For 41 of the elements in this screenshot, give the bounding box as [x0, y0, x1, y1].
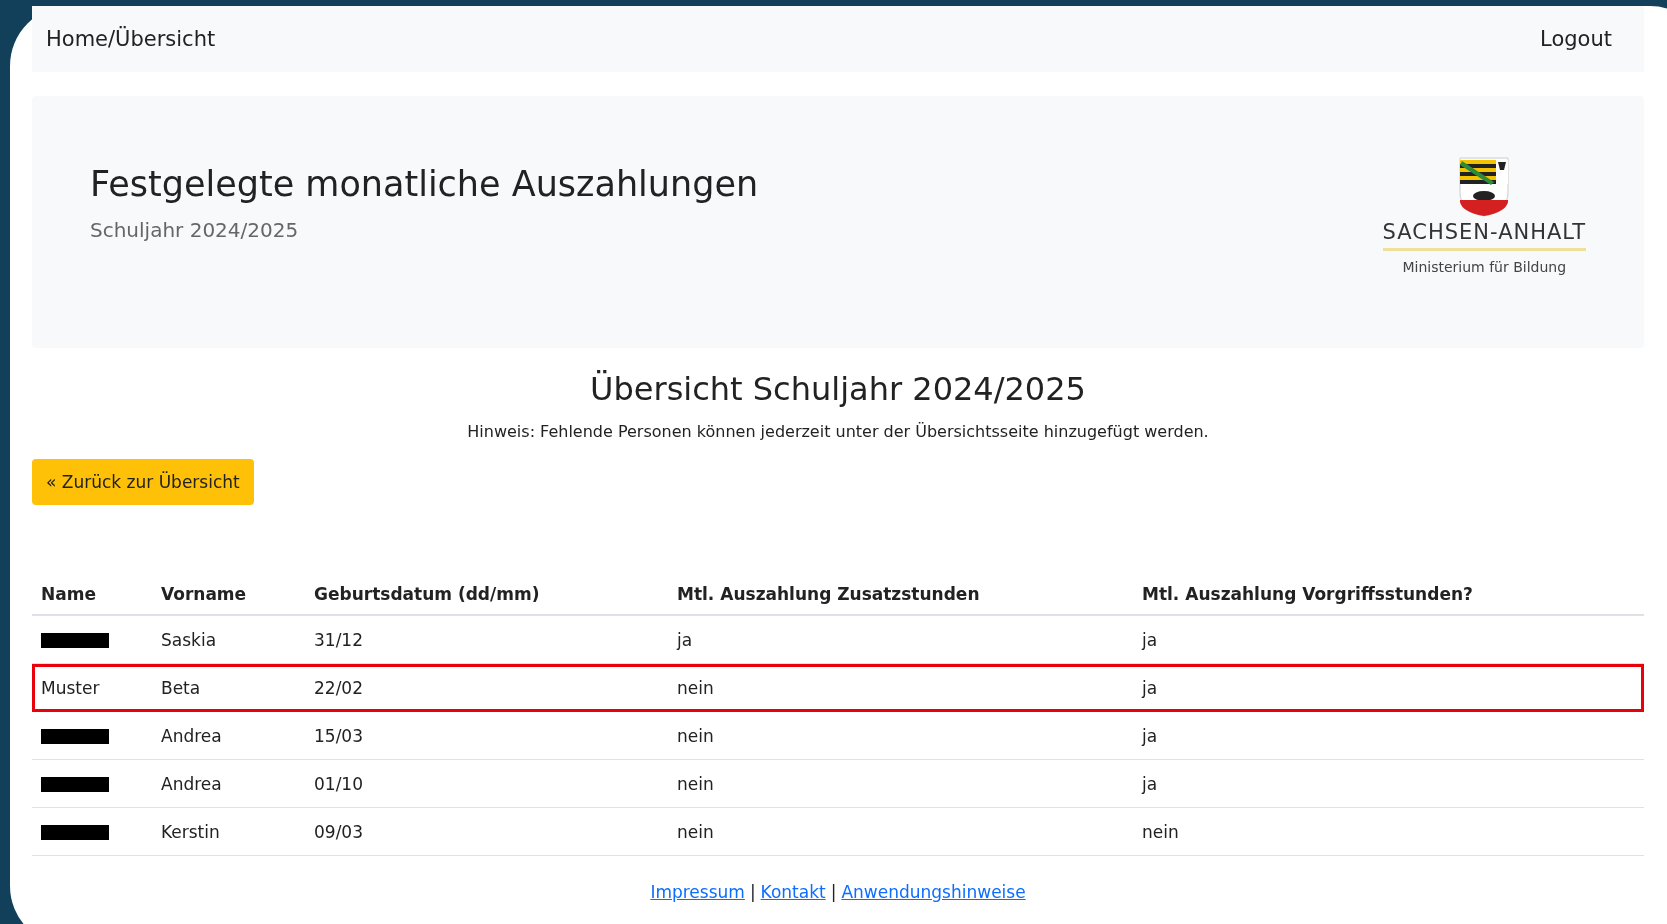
page-subtitle: Schuljahr 2024/2025 [90, 218, 300, 242]
separator-text: | [830, 882, 837, 902]
table-cell: nein [677, 773, 714, 794]
table-cell: Andrea [161, 725, 222, 746]
column-header: Mtl. Auszahlung Vorgriffsstunden? [1133, 573, 1644, 615]
logo-wordmark: SACHSEN-ANHALT [1382, 220, 1586, 251]
section-heading: Übersicht Schuljahr 2024/2025 [589, 370, 1087, 408]
table-cell: nein [1142, 821, 1179, 842]
separator-text: | [749, 882, 756, 902]
column-header: Geburtsdatum (dd/mm) [305, 573, 668, 615]
footer-link[interactable]: Impressum [650, 882, 745, 902]
footer-link[interactable]: Anwendungshinweise [841, 882, 1026, 902]
column-header: Name [32, 573, 152, 615]
table-cell: ja [1142, 677, 1158, 698]
table-cell: 15/03 [314, 725, 363, 746]
page-title: Festgelegte monatliche Auszahlungen [90, 164, 759, 204]
table-cell: ja [1142, 773, 1158, 794]
table-cell: Beta [161, 677, 201, 698]
table-cell: 31/12 [314, 629, 363, 650]
table-cell: Muster [41, 677, 100, 698]
table-cell: ja [677, 629, 693, 650]
logo-subtitle: Ministerium für Bildung [1402, 259, 1567, 275]
table-cell: Kerstin [161, 821, 220, 842]
table-cell: nein [677, 725, 714, 746]
hint-text: Hinweis: Fehlende Personen können jederzeit unter der Übersichtsseite hinzugefügt werden. [466, 422, 1210, 441]
column-header: Vorname [152, 573, 305, 615]
table-cell: nein [677, 677, 714, 698]
table-cell: nein [677, 821, 714, 842]
table-cell: Saskia [161, 629, 217, 650]
table-cell: Andrea [161, 773, 222, 794]
table-cell: 09/03 [314, 821, 363, 842]
home-link[interactable]: Home/Übersicht [46, 27, 216, 51]
footer-link[interactable]: Kontakt [760, 882, 826, 902]
table-cell: ja [1142, 725, 1158, 746]
column-header: Mtl. Auszahlung Zusatzstunden [668, 573, 1133, 615]
back-button[interactable]: « Zurück zur Übersicht [32, 459, 254, 505]
logout-link[interactable]: Logout [1540, 27, 1612, 51]
table-cell: 01/10 [314, 773, 363, 794]
table-cell: 22/02 [314, 677, 363, 698]
table-cell: ja [1142, 629, 1158, 650]
coat-of-arms-icon [1458, 156, 1511, 218]
